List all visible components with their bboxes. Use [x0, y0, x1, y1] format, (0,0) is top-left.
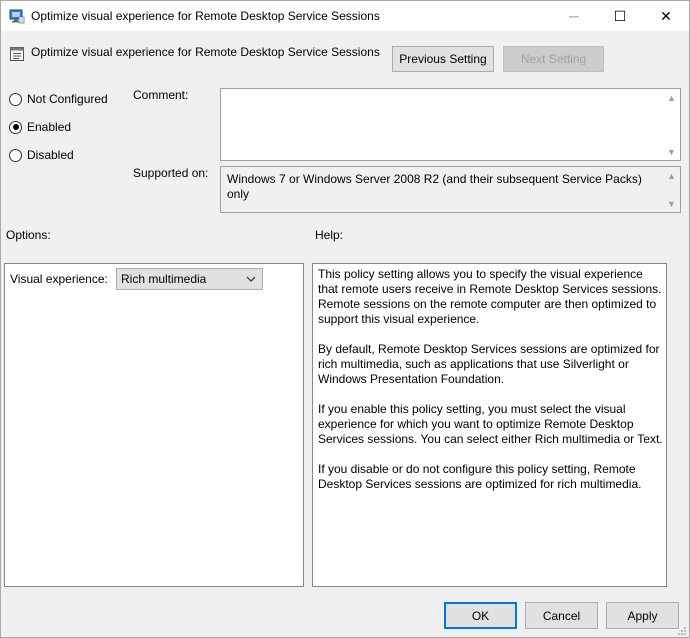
window-title: Optimize visual experience for Remote De…: [31, 9, 380, 23]
chevron-down-icon: [244, 272, 258, 286]
supported-on-value: Windows 7 or Windows Server 2008 R2 (and…: [227, 172, 642, 201]
minimize-icon[interactable]: ─: [551, 1, 597, 31]
setting-title: Optimize visual experience for Remote De…: [31, 45, 380, 59]
supported-on-label: Supported on:: [133, 166, 209, 180]
ok-button[interactable]: OK: [444, 602, 517, 629]
radio-not-configured[interactable]: Not Configured: [9, 92, 108, 106]
next-setting-button[interactable]: Next Setting: [503, 46, 604, 72]
help-label: Help:: [315, 228, 344, 242]
radio-disabled-label: Disabled: [27, 148, 74, 162]
cancel-button[interactable]: Cancel: [525, 602, 598, 629]
visual-experience-label: Visual experience:: [10, 272, 108, 286]
close-icon[interactable]: ✕: [643, 1, 689, 31]
options-panel: Visual experience: Rich multimedia: [4, 263, 304, 587]
help-text: This policy setting allows you to specif…: [318, 267, 664, 507]
radio-disabled-indicator[interactable]: [9, 148, 22, 162]
policy-dialog: Optimize visual experience for Remote De…: [0, 0, 690, 638]
radio-not-configured-label: Not Configured: [27, 92, 108, 106]
setting-icon: [9, 46, 25, 62]
scroll-up-icon[interactable]: ▲: [663, 167, 680, 184]
supported-on-box[interactable]: Windows 7 or Windows Server 2008 R2 (and…: [220, 166, 681, 213]
comment-label: Comment:: [133, 88, 189, 102]
radio-enabled-label: Enabled: [27, 120, 72, 134]
scroll-down-icon[interactable]: ▼: [663, 143, 680, 160]
radio-enabled[interactable]: Enabled: [9, 120, 71, 134]
visual-experience-select[interactable]: Rich multimedia: [116, 268, 263, 290]
previous-setting-button[interactable]: Previous Setting: [392, 46, 494, 72]
scroll-down-icon[interactable]: ▼: [663, 195, 680, 212]
comment-scrollbar[interactable]: ▲ ▼: [663, 89, 680, 160]
scroll-up-icon[interactable]: ▲: [663, 89, 680, 106]
help-panel[interactable]: This policy setting allows you to specif…: [312, 263, 667, 587]
help-paragraph: If you enable this policy setting, you m…: [318, 402, 663, 446]
help-paragraph: This policy setting allows you to specif…: [318, 267, 662, 326]
resize-grip-icon[interactable]: [677, 625, 687, 635]
help-paragraph: By default, Remote Desktop Services sess…: [318, 342, 660, 386]
policy-app-icon: [9, 8, 25, 24]
help-paragraph: If you disable or do not configure this …: [318, 462, 642, 491]
radio-enabled-indicator[interactable]: [9, 120, 22, 134]
supported-scrollbar[interactable]: ▲ ▼: [663, 167, 680, 212]
maximize-icon[interactable]: ☐: [597, 1, 643, 31]
title-bar[interactable]: Optimize visual experience for Remote De…: [1, 1, 689, 31]
visual-experience-value: Rich multimedia: [121, 272, 207, 286]
radio-disabled[interactable]: Disabled: [9, 148, 74, 162]
radio-not-configured-indicator[interactable]: [9, 92, 22, 106]
comment-textarea[interactable]: ▲ ▼: [220, 88, 681, 161]
apply-button[interactable]: Apply: [606, 602, 679, 629]
options-label: Options:: [6, 228, 51, 242]
